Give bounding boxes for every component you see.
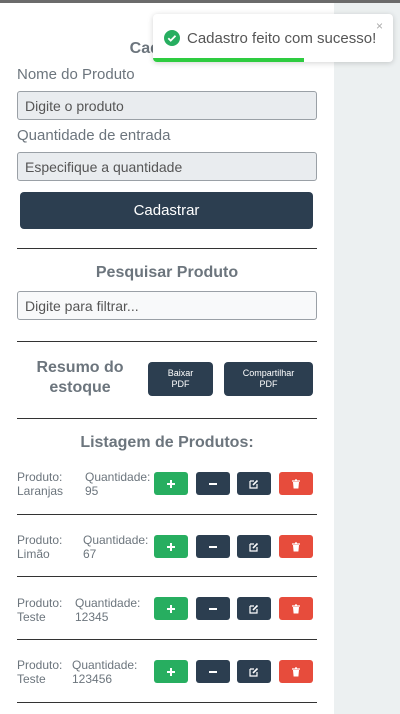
product-text: Produto: Limão	[17, 533, 62, 561]
download-pdf-label-2: PDF	[171, 379, 190, 389]
product-name: Teste	[17, 672, 46, 686]
quantity-label: Quantidade:	[72, 658, 138, 672]
quantity-text: Quantidade: 95	[85, 470, 150, 498]
decrease-button[interactable]	[196, 597, 230, 620]
plus-icon	[167, 479, 175, 488]
divider	[17, 248, 317, 249]
search-input[interactable]	[17, 291, 317, 320]
edit-icon	[249, 542, 259, 552]
increase-button[interactable]	[154, 535, 188, 558]
success-toast: Cadastro feito com sucesso! ×	[153, 14, 393, 62]
product-name: Limão	[17, 547, 50, 561]
divider	[17, 702, 317, 703]
delete-button[interactable]	[279, 597, 313, 620]
edit-icon	[249, 604, 259, 614]
summary-title: Resumo do estoque	[22, 358, 138, 398]
quantity-text: Quantidade: 67	[83, 533, 148, 561]
quantity-value: 67	[83, 547, 97, 561]
quantity-label: Quantidade:	[83, 533, 149, 547]
increase-button[interactable]	[154, 597, 188, 620]
edit-button[interactable]	[237, 535, 271, 558]
divider	[17, 639, 317, 640]
product-label: Produto:	[17, 470, 63, 484]
product-label: Produto:	[17, 596, 63, 610]
delete-button[interactable]	[279, 472, 313, 495]
share-pdf-button[interactable]: Compartilhar PDF	[224, 362, 313, 396]
quantity-label: Quantidade de entrada	[17, 127, 171, 144]
divider	[17, 514, 317, 515]
edit-button[interactable]	[237, 660, 271, 683]
check-circle-icon	[164, 30, 180, 46]
trash-icon	[292, 541, 300, 551]
divider	[17, 576, 317, 577]
product-text: Produto: Laranjas	[17, 470, 63, 498]
toast-close-button[interactable]: ×	[376, 19, 383, 33]
delete-button[interactable]	[279, 660, 313, 683]
share-pdf-label-1: Compartilhar	[242, 368, 295, 378]
list-title: Listagem de Produtos:	[80, 434, 254, 451]
quantity-value: 12345	[75, 610, 109, 624]
plus-icon	[167, 542, 175, 551]
product-name-label: Nome do Produto	[17, 66, 135, 83]
product-name: Laranjas	[17, 484, 64, 498]
quantity-label: Quantidade:	[85, 470, 151, 484]
decrease-button[interactable]	[196, 660, 230, 683]
product-text: Produto: Teste	[17, 596, 62, 624]
quantity-input[interactable]	[17, 152, 317, 181]
quantity-value: 123456	[72, 672, 113, 686]
trash-icon	[292, 478, 300, 488]
minus-icon	[209, 670, 217, 673]
download-pdf-button[interactable]: Baixar PDF	[148, 362, 213, 396]
divider	[17, 418, 317, 419]
minus-icon	[209, 545, 217, 548]
quantity-label: Quantidade:	[75, 596, 141, 610]
edit-icon	[249, 667, 259, 677]
product-label: Produto:	[17, 533, 63, 547]
plus-icon	[167, 604, 175, 613]
register-button[interactable]: Cadastrar	[20, 192, 313, 229]
edit-button[interactable]	[237, 472, 271, 495]
download-pdf-label-1: Baixar	[167, 368, 194, 378]
summary-title-line2: estoque	[49, 379, 111, 396]
quantity-text: Quantidade: 123456	[72, 658, 137, 686]
trash-icon	[292, 666, 300, 676]
increase-button[interactable]	[154, 660, 188, 683]
increase-button[interactable]	[154, 472, 188, 495]
toast-message: Cadastro feito com sucesso!	[187, 30, 377, 47]
product-name: Teste	[17, 610, 46, 624]
plus-icon	[167, 667, 175, 676]
product-text: Produto: Teste	[17, 658, 62, 686]
product-name-input[interactable]	[17, 91, 317, 120]
trash-icon	[292, 603, 300, 613]
decrease-button[interactable]	[196, 472, 230, 495]
minus-icon	[209, 482, 217, 485]
product-label: Produto:	[17, 658, 63, 672]
minus-icon	[209, 607, 217, 610]
summary-title-line1: Resumo do	[36, 359, 124, 376]
quantity-value: 95	[85, 484, 99, 498]
edit-button[interactable]	[237, 597, 271, 620]
quantity-text: Quantidade: 12345	[75, 596, 140, 624]
toast-progress-bar	[153, 58, 305, 62]
delete-button[interactable]	[279, 535, 313, 558]
edit-icon	[249, 479, 259, 489]
decrease-button[interactable]	[196, 535, 230, 558]
search-title: Pesquisar Produto	[95, 264, 239, 281]
divider	[17, 341, 317, 342]
share-pdf-label-2: PDF	[259, 379, 278, 389]
